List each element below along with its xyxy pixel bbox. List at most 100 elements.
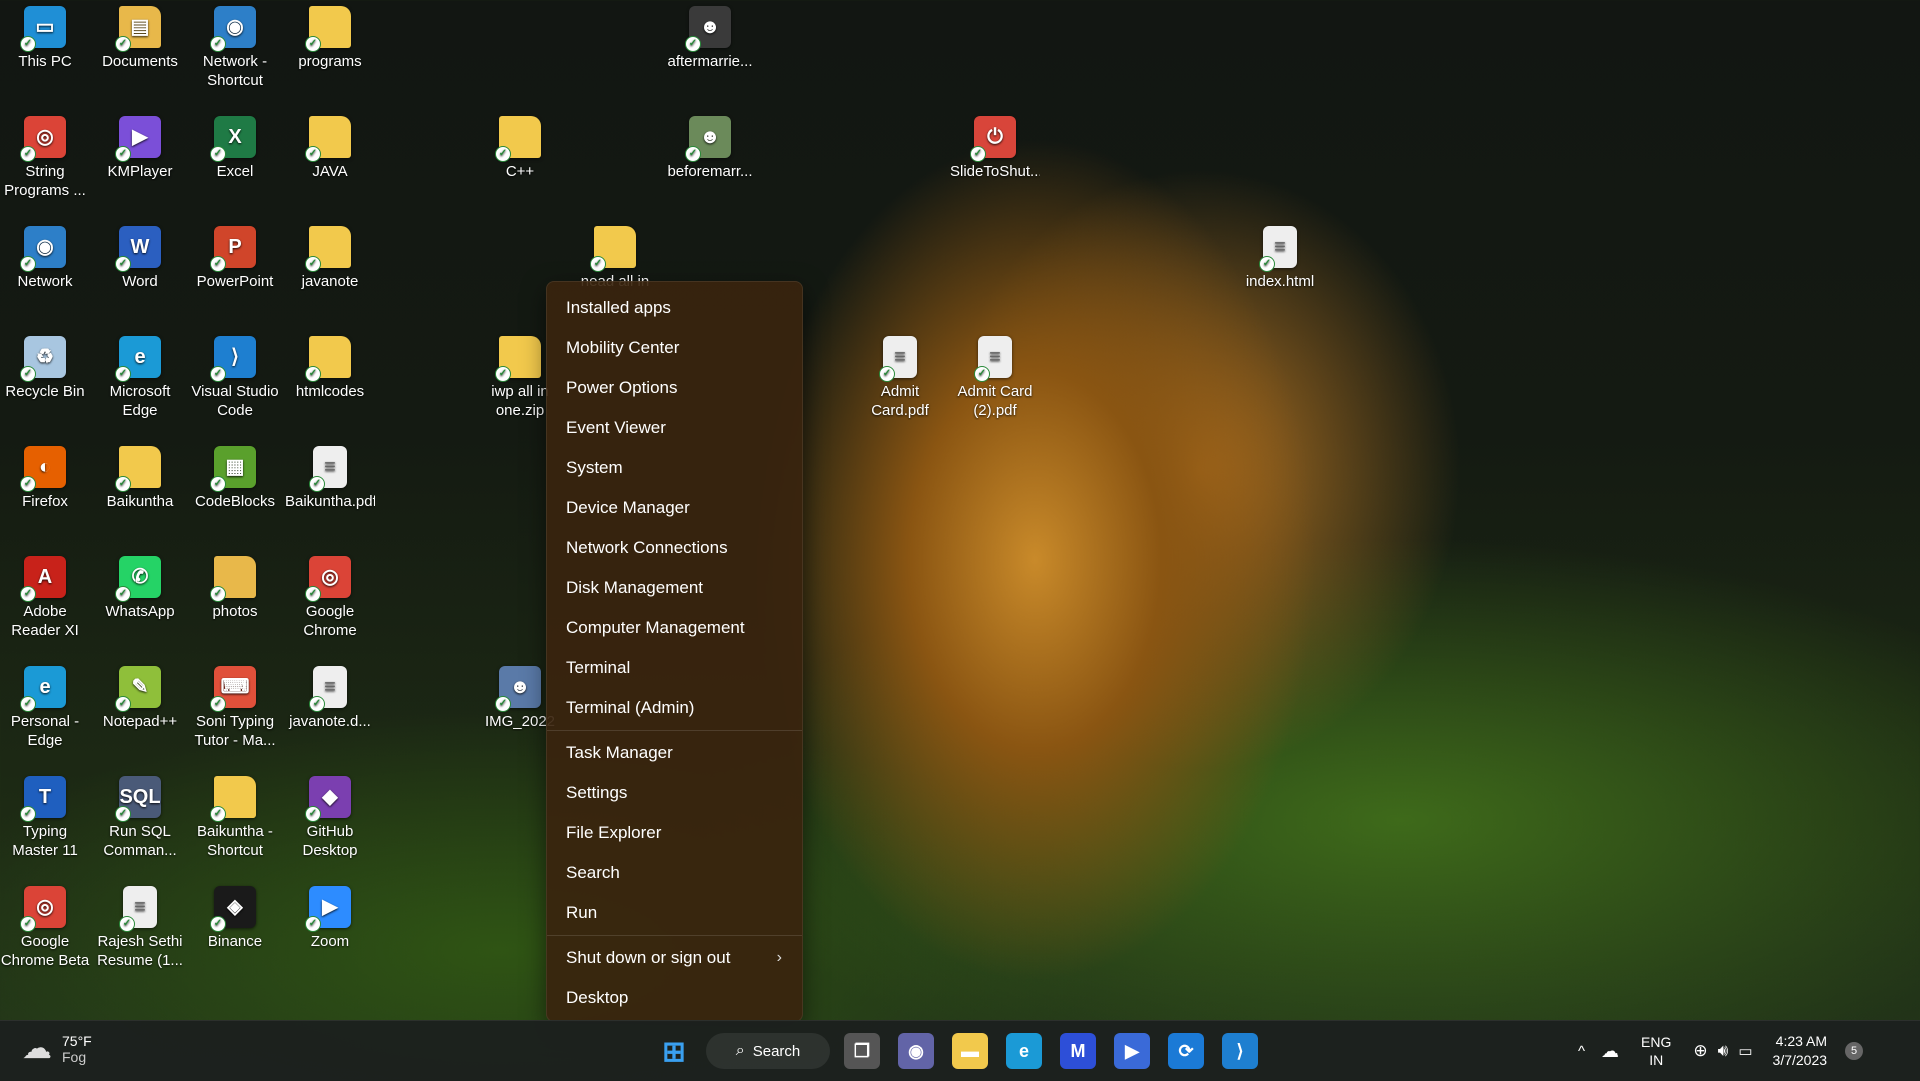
- app-icon[interactable]: M: [1060, 1033, 1096, 1069]
- menu-item-settings[interactable]: Settings: [547, 773, 802, 813]
- volume-icon[interactable]: 🔊︎: [1718, 1041, 1729, 1061]
- desktop-icon-45[interactable]: ▶ ✓ Zoom: [285, 880, 375, 980]
- taskbar-search-button[interactable]: ⌕ Search: [706, 1033, 830, 1069]
- desktop-icon-2[interactable]: ◉ ✓ Network - Shortcut: [190, 0, 280, 100]
- menu-item-shut-down-or-sign-out[interactable]: Shut down or sign out ›: [547, 938, 802, 978]
- remote-app-icon[interactable]: ⟳: [1168, 1033, 1204, 1069]
- desktop-icon-image: ◆ ✓: [305, 776, 351, 822]
- desktop-icon-17[interactable]: ≡ ✓ index.html: [1235, 220, 1325, 320]
- clock-date: 3/7/2023: [1772, 1052, 1828, 1068]
- desktop-icon-label: Rajesh Sethi Resume (1...: [97, 933, 183, 969]
- desktop-icon-27[interactable]: ▦ ✓ CodeBlocks: [190, 440, 280, 540]
- start-icon[interactable]: ⊞: [656, 1033, 692, 1069]
- teams-chat-icon[interactable]: ◉: [898, 1033, 934, 1069]
- desktop-icon-8[interactable]: ✓ JAVA: [285, 110, 375, 210]
- desktop-icon-6[interactable]: ▶ ✓ KMPlayer: [95, 110, 185, 210]
- desktop-icon-36[interactable]: ≡ ✓ javanote.d...: [285, 660, 375, 760]
- desktop-icon-14[interactable]: P ✓ PowerPoint: [190, 220, 280, 320]
- sync-status-check-icon: ✓: [495, 366, 511, 382]
- desktop-icon-7[interactable]: X ✓ Excel: [190, 110, 280, 210]
- menu-item-disk-management[interactable]: Disk Management: [547, 568, 802, 608]
- desktop-icon-0[interactable]: ▭ ✓ This PC: [0, 0, 90, 100]
- desktop-icon-23[interactable]: ≡ ✓ Admit Card.pdf: [855, 330, 945, 430]
- desktop-icon-21[interactable]: ✓ htmlcodes: [285, 330, 375, 430]
- desktop-icon-34[interactable]: ✎ ✓ Notepad++: [95, 660, 185, 760]
- desktop-icon-19[interactable]: e ✓ Microsoft Edge: [95, 330, 185, 430]
- desktop-icon-image: ≡ ✓: [309, 666, 347, 712]
- desktop-icon-10[interactable]: ☻ ✓ beforemarr...: [665, 110, 755, 210]
- desktop-icon-11[interactable]: ⏻ ✓ SlideToShut...: [950, 110, 1040, 210]
- desktop-icon-33[interactable]: e ✓ Personal - Edge: [0, 660, 90, 760]
- menu-item-label: System: [566, 458, 623, 477]
- desktop-icon-15[interactable]: ✓ javanote: [285, 220, 375, 320]
- desktop-icon-42[interactable]: ◎ ✓ Google Chrome Beta: [0, 880, 90, 980]
- edge-icon[interactable]: e: [1006, 1033, 1042, 1069]
- desktop-icon-25[interactable]: ◐ ✓ Firefox: [0, 440, 90, 540]
- desktop-icon-38[interactable]: T ✓ Typing Master 11: [0, 770, 90, 870]
- desktop-icon-9[interactable]: ✓ C++: [475, 110, 565, 210]
- desktop-icon-30[interactable]: ✆ ✓ WhatsApp: [95, 550, 185, 650]
- input-language-indicator[interactable]: ENG IN: [1641, 1033, 1671, 1069]
- menu-item-run[interactable]: Run: [547, 893, 802, 933]
- menu-item-search[interactable]: Search: [547, 853, 802, 893]
- region-code: IN: [1649, 1052, 1664, 1068]
- desktop-icon-29[interactable]: A ✓ Adobe Reader XI: [0, 550, 90, 650]
- desktop-icon-43[interactable]: ≡ ✓ Rajesh Sethi Resume (1...: [95, 880, 185, 980]
- copilot-icon[interactable]: ▶: [1114, 1033, 1150, 1069]
- desktop-icon-40[interactable]: ✓ Baikuntha - Shortcut: [190, 770, 280, 870]
- desktop-icon-label: Typing Master 11: [12, 823, 78, 859]
- desktop-icon-39[interactable]: SQL ✓ Run SQL Comman...: [95, 770, 185, 870]
- menu-item-device-manager[interactable]: Device Manager: [547, 488, 802, 528]
- desktop-icon-label: Excel: [216, 163, 254, 180]
- desktop-icon-44[interactable]: ◈ ✓ Binance: [190, 880, 280, 980]
- desktop-icon-4[interactable]: ☻ ✓ aftermarrie...: [665, 0, 755, 100]
- menu-item-file-explorer[interactable]: File Explorer: [547, 813, 802, 853]
- task-view-icon[interactable]: ❐: [844, 1033, 880, 1069]
- sync-status-check-icon: ✓: [309, 476, 325, 492]
- menu-item-installed-apps[interactable]: Installed apps: [547, 288, 802, 328]
- desktop-icon-20[interactable]: ⟩ ✓ Visual Studio Code: [190, 330, 280, 430]
- menu-item-event-viewer[interactable]: Event Viewer: [547, 408, 802, 448]
- desktop-icon-12[interactable]: ◉ ✓ Network: [0, 220, 90, 320]
- show-hidden-icons-chevron[interactable]: ^: [1578, 1043, 1585, 1060]
- sync-status-check-icon: ✓: [115, 476, 131, 492]
- onedrive-cloud-icon[interactable]: ☁: [1601, 1041, 1619, 1062]
- desktop-icon-13[interactable]: W ✓ Word: [95, 220, 185, 320]
- menu-item-desktop[interactable]: Desktop: [547, 978, 802, 1018]
- desktop-icon-image: ☻ ✓: [495, 666, 541, 712]
- sync-status-check-icon: ✓: [305, 806, 321, 822]
- desktop-icon-image: A ✓: [20, 556, 66, 602]
- menu-item-mobility-center[interactable]: Mobility Center: [547, 328, 802, 368]
- menu-item-network-connections[interactable]: Network Connections: [547, 528, 802, 568]
- desktop-icon-18[interactable]: ♻ ✓ Recycle Bin: [0, 330, 90, 430]
- desktop-icon-41[interactable]: ◆ ✓ GitHub Desktop: [285, 770, 375, 870]
- desktop-icon-24[interactable]: ≡ ✓ Admit Card (2).pdf: [950, 330, 1040, 430]
- desktop-icon-3[interactable]: ✓ programs: [285, 0, 375, 100]
- desktop-icon-35[interactable]: ⌨ ✓ Soni Typing Tutor - Ma...: [190, 660, 280, 760]
- desktop-icon-31[interactable]: ✓ photos: [190, 550, 280, 650]
- file-explorer-icon[interactable]: ▬: [952, 1033, 988, 1069]
- desktop-icon-26[interactable]: ✓ Baikuntha: [95, 440, 185, 540]
- desktop-icon-1[interactable]: ▤ ✓ Documents: [95, 0, 185, 100]
- desktop-icon-image: ☻ ✓: [685, 116, 731, 162]
- search-icon: ⌕: [735, 1042, 745, 1059]
- notification-badge[interactable]: 5: [1845, 1042, 1864, 1060]
- desktop-icon-32[interactable]: ◎ ✓ Google Chrome: [285, 550, 375, 650]
- menu-item-terminal-admin[interactable]: Terminal (Admin): [547, 688, 802, 728]
- battery-icon[interactable]: ▭: [1738, 1042, 1752, 1060]
- desktop-icon-image: P ✓: [210, 226, 256, 272]
- menu-item-power-options[interactable]: Power Options: [547, 368, 802, 408]
- weather-widget[interactable]: ☁ 75°F Fog: [22, 1031, 92, 1066]
- desktop-icon-label: javanote.d...: [289, 713, 371, 730]
- menu-item-task-manager[interactable]: Task Manager: [547, 733, 802, 773]
- menu-separator: [547, 935, 802, 936]
- desktop-icon-label: Baikuntha.pdf: [285, 493, 375, 510]
- desktop-icon-28[interactable]: ≡ ✓ Baikuntha.pdf: [285, 440, 375, 540]
- menu-item-terminal[interactable]: Terminal: [547, 648, 802, 688]
- vscode-icon[interactable]: ⟩: [1222, 1033, 1258, 1069]
- desktop-icon-5[interactable]: ◎ ✓ String Programs ...: [0, 110, 90, 210]
- clock[interactable]: 4:23 AM 3/7/2023: [1773, 1032, 1828, 1070]
- menu-item-computer-management[interactable]: Computer Management: [547, 608, 802, 648]
- menu-item-system[interactable]: System: [547, 448, 802, 488]
- network-globe-icon[interactable]: ⊕: [1693, 1041, 1707, 1061]
